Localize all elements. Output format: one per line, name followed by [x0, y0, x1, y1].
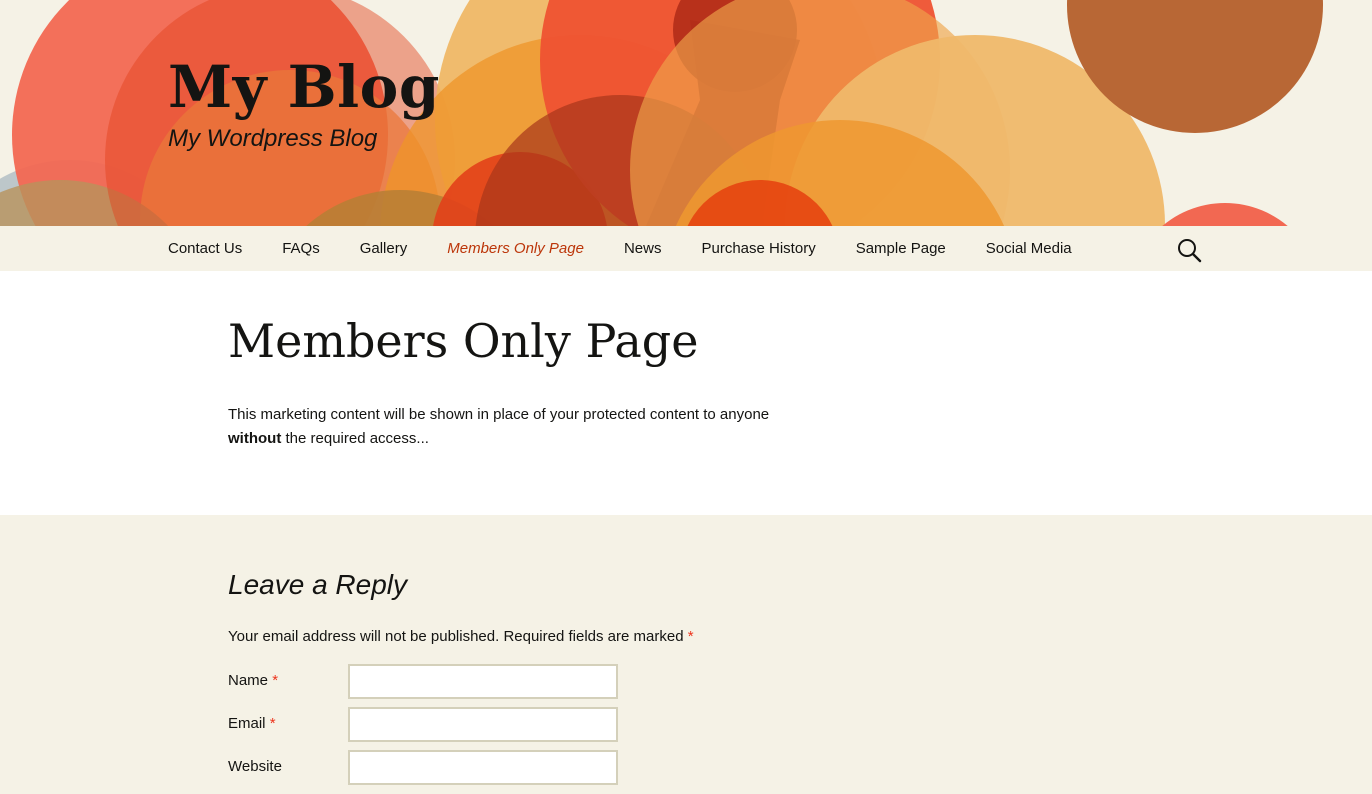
message-text: This marketing content will be shown in …: [228, 406, 770, 423]
nav-item-purchase-history[interactable]: Purchase History: [681, 226, 835, 271]
nav-item-faqs[interactable]: FAQs: [262, 226, 340, 271]
search-icon: [1178, 239, 1202, 263]
name-field[interactable]: [348, 664, 618, 699]
comments-section: Leave a Reply Your email address will no…: [0, 515, 1372, 794]
search-button[interactable]: [1176, 237, 1202, 263]
required-marker: *: [687, 628, 694, 645]
email-field[interactable]: [348, 707, 618, 742]
page-content: Members Only Page This marketing content…: [0, 271, 1372, 515]
reply-title: Leave a Reply: [228, 569, 408, 600]
website-field[interactable]: [348, 750, 618, 785]
required-marker: *: [272, 672, 279, 689]
name-label-text: Name: [228, 672, 269, 689]
name-label: Name *: [228, 669, 278, 693]
page-title: Members Only Page: [228, 314, 699, 368]
nav-item-news[interactable]: News: [604, 226, 682, 271]
nav-item-members-only-page[interactable]: Members Only Page: [427, 226, 604, 271]
nav-item-sample-page[interactable]: Sample Page: [836, 226, 966, 271]
email-label: Email *: [228, 712, 276, 736]
message-bold-text: without: [228, 430, 282, 447]
nav-item-social-media[interactable]: Social Media: [966, 226, 1092, 271]
website-label: Website: [228, 755, 282, 779]
comment-notes-text: Your email address will not be published…: [228, 628, 684, 645]
site-title[interactable]: My Blog: [168, 52, 440, 122]
website-label-text: Website: [228, 758, 282, 775]
comment-notes: Your email address will not be published…: [228, 625, 694, 649]
required-marker: *: [269, 715, 276, 732]
nav-item-contact-us[interactable]: Contact Us: [148, 226, 262, 271]
site-header: My Blog My Wordpress Blog: [0, 0, 1372, 226]
main-navigation: Contact Us FAQs Gallery Members Only Pag…: [0, 226, 1372, 271]
nav-item-gallery[interactable]: Gallery: [340, 226, 428, 271]
email-label-text: Email: [228, 715, 266, 732]
site-tagline: My Wordpress Blog: [168, 125, 378, 152]
nav-menu: Contact Us FAQs Gallery Members Only Pag…: [148, 226, 1092, 271]
protected-content-message: This marketing content will be shown in …: [228, 403, 808, 451]
message-text-end: the required access...: [281, 430, 429, 447]
